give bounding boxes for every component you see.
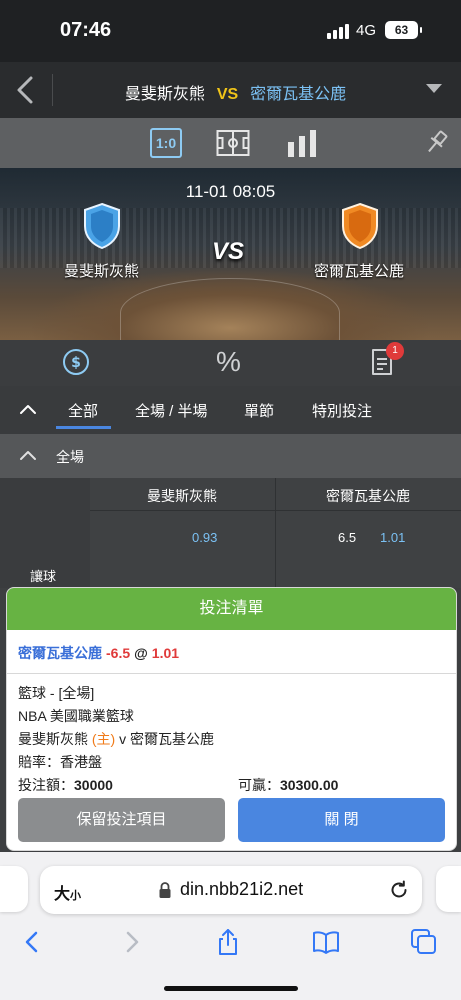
browser-bottom-bar: 大小 din.nbb21i2.net <box>0 852 461 1000</box>
back-icon[interactable] <box>18 928 46 956</box>
column-home-team: 曼斐斯灰熊 <box>147 488 217 504</box>
scoreboard-icon[interactable]: 1:0 <box>150 128 182 158</box>
tab-full-half[interactable]: 全場 / 半場 <box>135 400 208 421</box>
bet-slip-actions: 保留投注項目 關 閉 <box>18 798 445 842</box>
money-icon[interactable]: $ <box>62 348 90 376</box>
win-value: 30300.00 <box>280 777 339 793</box>
bet-selection: 密爾瓦基公鹿 -6.5 @1.01 <box>7 630 456 674</box>
bet-match: 曼斐斯灰熊 (主) v 密爾瓦基公鹿 <box>18 728 445 751</box>
text-size-small: 小 <box>70 890 82 902</box>
share-icon[interactable] <box>214 928 242 956</box>
url-text: din.nbb21i2.net <box>180 879 304 899</box>
court-arc <box>120 278 340 340</box>
selection-team: 密爾瓦基公鹿 <box>18 645 102 661</box>
match-header: 曼斐斯灰熊 VS 密爾瓦基公鹿 <box>0 62 461 118</box>
active-tab-indicator <box>56 426 111 429</box>
banner-away-team: 密爾瓦基公鹿 <box>314 263 405 280</box>
row-divider <box>90 510 461 511</box>
reload-icon[interactable] <box>388 879 410 901</box>
notification-badge: 1 <box>386 342 404 360</box>
tabs-icon[interactable] <box>410 928 438 956</box>
previous-tab-edge[interactable] <box>0 866 28 912</box>
text-size-big: 大 <box>54 886 71 903</box>
chevron-up-icon[interactable] <box>18 446 38 466</box>
win-label: 可贏： <box>238 777 280 793</box>
tab-special[interactable]: 特別投注 <box>312 400 372 421</box>
stats-bars-icon[interactable] <box>287 128 317 158</box>
feature-icon-row: $ % 1 <box>0 340 461 386</box>
stake-label: 投注額： <box>18 777 74 793</box>
banner-vs: VS <box>212 238 245 265</box>
next-tab-edge[interactable] <box>436 866 461 912</box>
section-header[interactable]: 全場 <box>0 434 461 478</box>
bet-slip-panel: 投注清單 密爾瓦基公鹿 -6.5 @1.01 籃球 - [全場] NBA 美國職業籃… <box>6 587 457 851</box>
percent-icon[interactable]: % <box>216 346 241 378</box>
tab-all[interactable]: 全部 <box>68 400 98 421</box>
bet-match-rest: v 密爾瓦基公鹿 <box>119 731 214 747</box>
column-divider <box>275 478 276 588</box>
status-bar: 07:46 4G 63 <box>0 0 461 62</box>
signal-icon <box>327 24 349 39</box>
bet-details: 籃球 - [全場] NBA 美國職業籃球 曼斐斯灰熊 (主) v 密爾瓦基公鹿 … <box>7 674 456 797</box>
selection-at: @ <box>134 645 148 661</box>
header-divider <box>52 74 53 106</box>
column-away-team: 密爾瓦基公鹿 <box>326 488 410 504</box>
bet-league: NBA 美國職業籃球 <box>18 708 134 724</box>
bet-match-home: 曼斐斯灰熊 <box>18 731 88 747</box>
row-label-handicap: 讓球 <box>30 569 57 584</box>
view-toolbar: 1:0 <box>0 118 461 168</box>
bet-sport: 籃球 - [全場] <box>18 685 95 701</box>
match-banner: 11-01 08:05 VS 曼斐斯灰熊 密爾瓦基公鹿 <box>0 168 461 340</box>
header-home-team: 曼斐斯灰熊 <box>124 86 205 103</box>
market-tabs: 全部 全場 / 半場 單節 特別投注 <box>0 386 461 434</box>
dropdown-icon[interactable] <box>426 84 442 93</box>
odds-table: 曼斐斯灰熊 密爾瓦基公鹿 0.93 6.5 1.01 讓球 <box>0 478 461 588</box>
lock-icon <box>159 882 171 898</box>
home-odds[interactable]: 0.93 <box>192 530 217 545</box>
close-button[interactable]: 關 閉 <box>238 798 445 842</box>
away-odds[interactable]: 1.01 <box>380 530 405 545</box>
match-title: 曼斐斯灰熊 VS 密爾瓦基公鹿 <box>60 80 411 104</box>
tab-quarter[interactable]: 單節 <box>244 400 274 421</box>
keep-selections-button[interactable]: 保留投注項目 <box>18 798 225 842</box>
bookmarks-icon[interactable] <box>312 928 340 956</box>
svg-text:$: $ <box>71 355 81 371</box>
court-view-icon[interactable] <box>216 128 250 158</box>
bet-slip-title: 投注清單 <box>7 588 456 630</box>
banner-home-team: 曼斐斯灰熊 <box>64 263 140 280</box>
bet-odds-type: 賠率：香港盤 <box>18 754 102 770</box>
battery-icon: 63 <box>385 21 422 39</box>
back-arrow-icon[interactable] <box>6 70 46 110</box>
match-datetime: 11-01 08:05 <box>185 182 276 201</box>
win-amount: 可贏：30300.00 <box>238 774 338 797</box>
status-time: 07:46 <box>60 19 112 41</box>
bet-amount-row: 投注額：30000 可贏：30300.00 <box>18 774 445 797</box>
chevron-up-icon[interactable] <box>18 400 38 420</box>
stake-value: 30000 <box>74 777 113 793</box>
away-handicap: 6.5 <box>338 530 357 545</box>
address-bar[interactable]: 大小 din.nbb21i2.net <box>40 866 422 914</box>
network-type: 4G <box>356 22 377 39</box>
header-away-team: 密爾瓦基公鹿 <box>250 86 347 103</box>
text-size-button[interactable]: 大小 <box>54 880 81 904</box>
selection-odds: 1.01 <box>151 645 180 661</box>
selection-handicap: -6.5 <box>106 645 131 661</box>
header-vs: VS <box>216 86 239 103</box>
home-tag: (主) <box>91 731 116 747</box>
home-shield-icon <box>84 202 120 250</box>
away-shield-icon <box>342 202 378 250</box>
pin-icon[interactable] <box>424 128 448 158</box>
home-indicator <box>164 986 298 991</box>
section-title: 全場 <box>56 449 84 465</box>
forward-icon[interactable] <box>118 928 146 956</box>
